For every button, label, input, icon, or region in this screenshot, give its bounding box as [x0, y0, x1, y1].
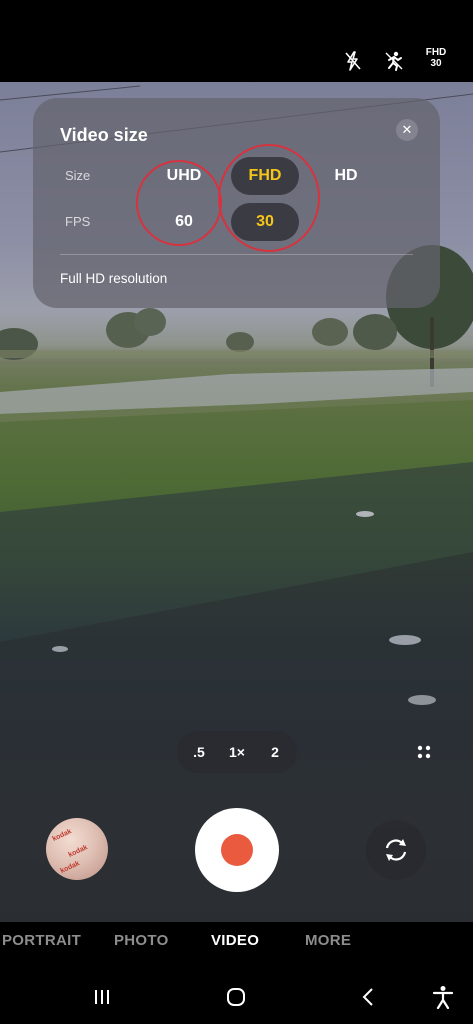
highlight-circle-uhd-60	[136, 160, 222, 246]
video-fps-label: 30	[430, 58, 442, 69]
mode-selector: PORTRAIT PHOTO VIDEO MORE	[0, 922, 473, 964]
home-icon[interactable]	[221, 984, 251, 1010]
close-icon[interactable]: ✕	[396, 119, 418, 141]
thumbnail-text: kodak	[59, 860, 81, 875]
motion-icon[interactable]	[379, 46, 409, 76]
record-dot	[221, 834, 253, 866]
gallery-thumbnail[interactable]: kodak kodak kodak	[46, 818, 108, 880]
zoom-1x-button[interactable]: 1×	[221, 731, 253, 773]
mode-photo[interactable]: PHOTO	[114, 932, 169, 949]
navigation-bar	[0, 964, 473, 1024]
zoom-0-5-button[interactable]: .5	[185, 731, 213, 773]
fps-row-label: FPS	[65, 214, 91, 229]
mode-portrait[interactable]: PORTRAIT	[2, 932, 81, 949]
flash-off-icon[interactable]	[338, 46, 368, 76]
top-bar: FHD 30	[0, 0, 473, 82]
zoom-selector: .5 1× 2	[177, 731, 297, 773]
record-button[interactable]	[195, 808, 279, 892]
highlight-circle-fhd-30	[218, 144, 320, 252]
video-quality-indicator[interactable]: FHD 30	[420, 47, 452, 69]
size-row-label: Size	[65, 168, 91, 183]
recent-apps-icon[interactable]	[87, 984, 117, 1010]
switch-camera-icon[interactable]	[366, 820, 426, 880]
size-option-hd[interactable]: HD	[311, 157, 381, 195]
panel-divider	[60, 254, 413, 255]
thumbnail-text: kodak	[67, 844, 89, 859]
video-format-label: FHD	[425, 47, 447, 58]
mode-video[interactable]: VIDEO	[211, 932, 259, 949]
back-icon[interactable]	[354, 984, 384, 1010]
thumbnail-text: kodak	[51, 828, 73, 843]
accessibility-icon[interactable]	[428, 984, 458, 1010]
grid-menu-icon[interactable]	[406, 736, 442, 768]
zoom-2-button[interactable]: 2	[261, 731, 289, 773]
panel-title: Video size	[60, 125, 148, 145]
mode-more[interactable]: MORE	[305, 932, 351, 949]
video-size-panel: Video size ✕ Size FPS UHD FHD HD 60 30 F…	[33, 98, 440, 308]
resolution-description: Full HD resolution	[60, 271, 168, 286]
